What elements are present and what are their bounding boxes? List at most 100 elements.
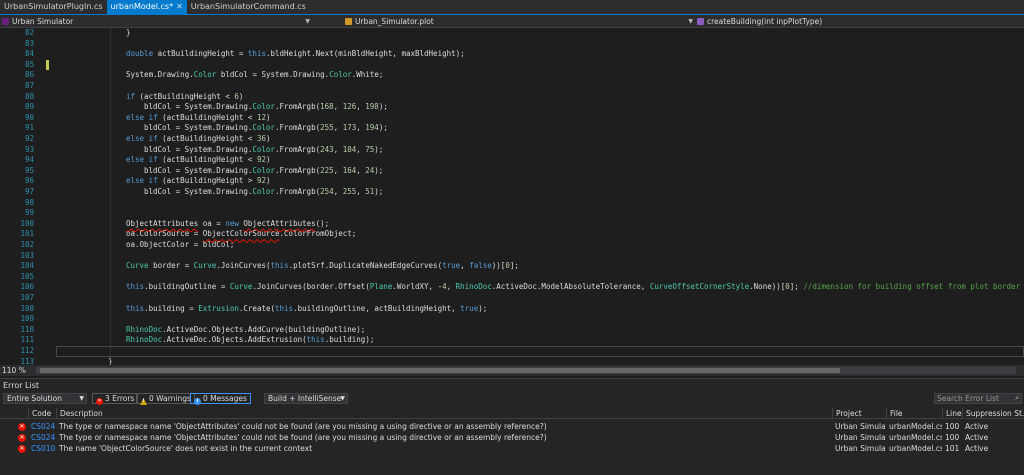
- line-number: 86: [24, 70, 34, 80]
- column-header-line[interactable]: Line: [942, 408, 962, 419]
- code-line: else if (actBuildingHeight < 12): [126, 112, 271, 122]
- panel-title: Error List: [3, 381, 40, 390]
- error-line: 100: [945, 422, 960, 431]
- line-number: 113: [20, 356, 34, 365]
- zoom-level[interactable]: 110 %: [2, 365, 26, 376]
- error-list-panel: Error List Entire Solution ▼ ✕ 3 Errors ! 0…: [0, 378, 1024, 475]
- method-icon: [697, 18, 704, 25]
- line-number: 107: [20, 293, 34, 302]
- code-line: oa.ObjectColor = bldCol;: [126, 240, 235, 249]
- code-line: Curve border = Curve.JoinCurves(this.plo…: [126, 261, 519, 271]
- line-number: 93: [24, 144, 34, 154]
- column-header-project[interactable]: Project: [832, 408, 886, 419]
- csharp-project-icon: [2, 18, 9, 25]
- table-row[interactable]: ✕ CS0103 The name 'ObjectColorSource' do…: [0, 443, 1024, 454]
- error-line: 101: [945, 444, 960, 453]
- code-line: double actBuildingHeight = this.bldHeigh…: [126, 49, 465, 59]
- line-number: 94: [24, 155, 34, 165]
- errors-filter-button[interactable]: ✕ 3 Errors: [92, 393, 139, 405]
- class-icon: [345, 18, 352, 25]
- close-icon[interactable]: ✕: [176, 2, 183, 11]
- code-line: else if (actBuildingHeight < 36): [126, 134, 271, 143]
- code-line: bldCol = System.Drawing.Color.FromArgb(2…: [144, 187, 384, 196]
- member-dropdown[interactable]: createBuilding(int inpPlotType): [697, 16, 1024, 27]
- error-file: urbanModel.cs: [889, 433, 942, 442]
- error-code[interactable]: CS0246: [28, 421, 56, 432]
- navigation-bar: Urban Simulator ▼ Urban_Simulator.plot ▼ c…: [0, 15, 1024, 28]
- error-code[interactable]: CS0103: [28, 443, 56, 454]
- code-line: this.buildingOutline = Curve.JoinCurves(…: [126, 282, 1021, 292]
- build-filter-dropdown[interactable]: Build + IntelliSense ▼: [264, 393, 348, 404]
- error-project: Urban Simulator: [835, 444, 886, 453]
- code-line: bldCol = System.Drawing.Color.FromArgb(1…: [144, 102, 388, 112]
- code-line: RhinoDoc.ActiveDoc.Objects.AddExtrusion(…: [126, 335, 375, 345]
- project-dropdown[interactable]: Urban Simulator ▼: [2, 16, 312, 27]
- class-label: Urban_Simulator.plot: [355, 17, 434, 26]
- line-number: 112: [20, 346, 34, 355]
- error-table-header: Code Description Project File Line Suppr…: [0, 408, 1024, 419]
- code-line: oa.ColorSource = ObjectColorSource.Color…: [126, 229, 357, 239]
- code-line: }: [126, 28, 131, 37]
- code-editor[interactable]: 82 83 84 85 86 87 88 89 90 91 92 93 94 9…: [0, 28, 1024, 365]
- line-number: 98: [24, 197, 34, 207]
- code-line: if (actBuildingHeight < 6): [126, 91, 244, 101]
- error-project: Urban Simulator: [835, 422, 886, 431]
- line-number: 89: [24, 102, 34, 112]
- tab-label: urbanModel.cs*: [110, 2, 174, 11]
- line-number: 84: [24, 49, 34, 59]
- error-file: urbanModel.cs: [889, 422, 942, 431]
- line-number: 99: [24, 208, 34, 218]
- warnings-count: 0 Warnings: [149, 394, 191, 403]
- line-number: 97: [24, 187, 34, 196]
- line-number: 88: [24, 91, 34, 101]
- code-line: ObjectAttributes oa = new ObjectAttribut…: [126, 218, 330, 228]
- line-number: 109: [20, 314, 34, 324]
- error-description: The type or namespace name 'ObjectAttrib…: [59, 422, 547, 431]
- warning-icon: !: [140, 398, 147, 405]
- class-dropdown[interactable]: Urban_Simulator.plot ▼: [345, 16, 695, 27]
- chevron-down-icon: ▼: [340, 395, 345, 402]
- code-line: bldCol = System.Drawing.Color.FromArgb(2…: [144, 123, 388, 133]
- table-row[interactable]: ✕ CS0246 The type or namespace name 'Obj…: [0, 421, 1024, 432]
- tab-urbansimulatorcommand[interactable]: UrbanSimulatorCommand.cs: [187, 0, 310, 14]
- tab-urbanmodel[interactable]: urbanModel.cs* ✕: [106, 0, 187, 14]
- editor-status-bar: 110 %: [0, 365, 1024, 376]
- line-number: 87: [24, 81, 34, 90]
- column-header-code[interactable]: Code: [28, 408, 56, 419]
- modified-line-marker: [46, 60, 49, 70]
- line-number: 101: [20, 229, 34, 239]
- line-number: 96: [24, 176, 34, 186]
- code-line: else if (actBuildingHeight > 92): [126, 176, 271, 186]
- warnings-filter-button[interactable]: ! 0 Warnings: [136, 393, 195, 405]
- error-description: The type or namespace name 'ObjectAttrib…: [59, 433, 547, 442]
- code-line: System.Drawing.Color bldCol = System.Dra…: [126, 70, 384, 80]
- column-header-suppression[interactable]: Suppression St...: [962, 408, 1024, 419]
- column-header-file[interactable]: File: [886, 408, 942, 419]
- code-line: bldCol = System.Drawing.Color.FromArgb(2…: [144, 165, 384, 175]
- scrollbar-thumb[interactable]: [40, 368, 840, 373]
- error-icon: ✕: [18, 434, 26, 442]
- scope-dropdown[interactable]: Entire Solution ▼: [3, 393, 87, 404]
- error-project: Urban Simulator: [835, 433, 886, 442]
- code-line: else if (actBuildingHeight < 92): [126, 155, 271, 165]
- code-line: RhinoDoc.ActiveDoc.Objects.AddCurve(buil…: [126, 324, 366, 334]
- chevron-down-icon: ▼: [688, 18, 693, 25]
- search-placeholder: Search Error List: [937, 394, 999, 403]
- line-number: 83: [24, 38, 34, 48]
- line-number: 111: [20, 335, 34, 345]
- column-header-description[interactable]: Description: [56, 408, 832, 419]
- table-row[interactable]: ✕ CS0246 The type or namespace name 'Obj…: [0, 432, 1024, 443]
- code-line: bldCol = System.Drawing.Color.FromArgb(2…: [144, 144, 384, 154]
- line-number: 90: [24, 112, 34, 122]
- member-label: createBuilding(int inpPlotType): [707, 17, 823, 26]
- error-code[interactable]: CS0246: [28, 432, 56, 443]
- build-filter-label: Build + IntelliSense: [268, 394, 342, 403]
- line-number: 105: [20, 271, 34, 281]
- project-label: Urban Simulator: [12, 17, 74, 26]
- error-search-input[interactable]: Search Error List ⌕: [934, 393, 1022, 404]
- messages-filter-button[interactable]: i0 Messages: [190, 393, 251, 405]
- tab-urbansimulatorplugin[interactable]: UrbanSimulatorPlugIn.cs: [0, 0, 107, 14]
- error-icon: ✕: [18, 445, 26, 453]
- tab-label: UrbanSimulatorPlugIn.cs: [4, 2, 103, 11]
- error-icon: ✕: [96, 398, 103, 405]
